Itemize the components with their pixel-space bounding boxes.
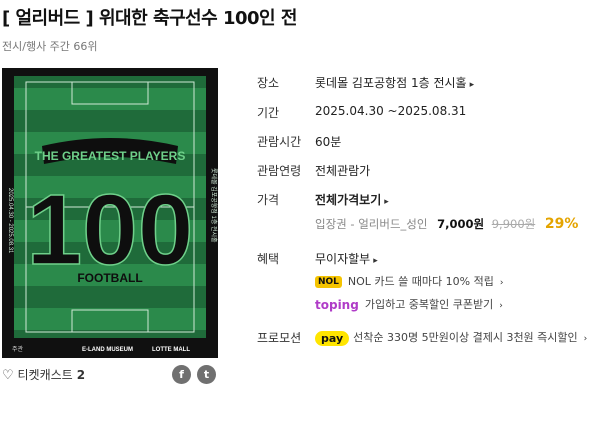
chevron-right-icon: ›	[499, 278, 504, 288]
price-line: 입장권 - 얼리버드_성인 7,000원 9,900원 29%	[315, 216, 578, 232]
price-all-label[interactable]: 전체가격보기	[315, 193, 381, 207]
chevron-right-icon: ›	[499, 301, 503, 311]
poster-image: THE GREATEST PLAYERS 100 FOOTBALL 2025.0…	[2, 68, 218, 358]
installment-label[interactable]: 무이자할부	[315, 252, 370, 266]
period-label: 기간	[257, 106, 280, 120]
page-title: [ 얼리버드 ] 위대한 축구선수 100인 전	[2, 8, 297, 29]
toping-logo: toping	[315, 298, 359, 312]
twitter-share-icon[interactable]: t	[197, 365, 216, 384]
poster-artwork: THE GREATEST PLAYERS 100 FOOTBALL 2025.0…	[2, 68, 218, 358]
venue-label: 장소	[257, 76, 280, 90]
promotion-link[interactable]: pay 선착순 330명 5만원이상 결제시 3천원 즉시할인 ›	[315, 329, 587, 346]
poster-word: FOOTBALL	[77, 271, 142, 285]
duration-value: 60분	[315, 135, 342, 149]
like-count: 2	[76, 368, 86, 382]
chevron-right-icon: ›	[583, 334, 588, 344]
installment-link[interactable]: 무이자할부 ▸	[315, 250, 378, 267]
poster-number: 100	[27, 174, 194, 286]
venue-link[interactable]: 롯데몰 김포공항점 1층 전시홀 ▸	[315, 74, 474, 91]
price-original: 9,900원	[491, 217, 536, 231]
poster-headline: THE GREATEST PLAYERS	[35, 149, 186, 163]
chevron-right-icon: ▸	[469, 80, 475, 90]
benefit-label: 혜택	[257, 252, 280, 266]
heart-icon: ♡	[2, 368, 14, 383]
age-label: 관람연령	[257, 164, 302, 178]
venue-value[interactable]: 롯데몰 김포공항점 1층 전시홀	[315, 76, 467, 90]
chevron-right-icon: ▸	[373, 256, 378, 266]
discount-rate: 29%	[544, 216, 579, 232]
price-item: 입장권 - 얼리버드_성인	[315, 217, 428, 231]
nol-benefit[interactable]: NOL NOL 카드 쓸 때마다 10% 적립 ›	[315, 273, 503, 289]
pay-logo: pay	[315, 330, 350, 346]
like-label: 티켓캐스트	[17, 368, 73, 382]
nol-logo: NOL	[315, 276, 342, 288]
poster-brand-left: 주관	[12, 345, 24, 353]
nol-benefit-text: NOL 카드 쓸 때마다 10% 적립	[347, 275, 494, 288]
poster-date: 2025.04.30 - 2025.08.31	[7, 188, 13, 254]
age-value: 전체관람가	[315, 164, 371, 178]
poster-venue: 롯데몰 김포공항점 1층 전시홀	[210, 168, 218, 243]
toping-benefit[interactable]: toping 가입하고 중복할인 쿠폰받기 ›	[315, 296, 503, 312]
facebook-share-icon[interactable]: f	[172, 365, 191, 384]
period-value: 2025.04.30 ~2025.08.31	[315, 104, 467, 118]
poster-brand-mid: E-LAND MUSEUM	[82, 347, 133, 353]
price-all-link[interactable]: 전체가격보기 ▸	[315, 191, 389, 208]
promotion-label: 프로모션	[257, 331, 302, 345]
chevron-right-icon: ▸	[384, 197, 389, 207]
price-now: 7,000원	[437, 217, 485, 231]
price-label: 가격	[257, 193, 280, 207]
ranking-subtitle[interactable]: 전시/행사 주간 66위	[2, 38, 98, 54]
duration-label: 관람시간	[257, 135, 302, 149]
promotion-text: 선착순 330명 5만원이상 결제시 3천원 즉시할인	[353, 331, 578, 344]
like-button[interactable]: ♡ 티켓캐스트 2	[2, 366, 85, 383]
poster-brand-right: LOTTE MALL	[152, 347, 190, 353]
toping-benefit-text: 가입하고 중복할인 쿠폰받기	[364, 298, 494, 311]
